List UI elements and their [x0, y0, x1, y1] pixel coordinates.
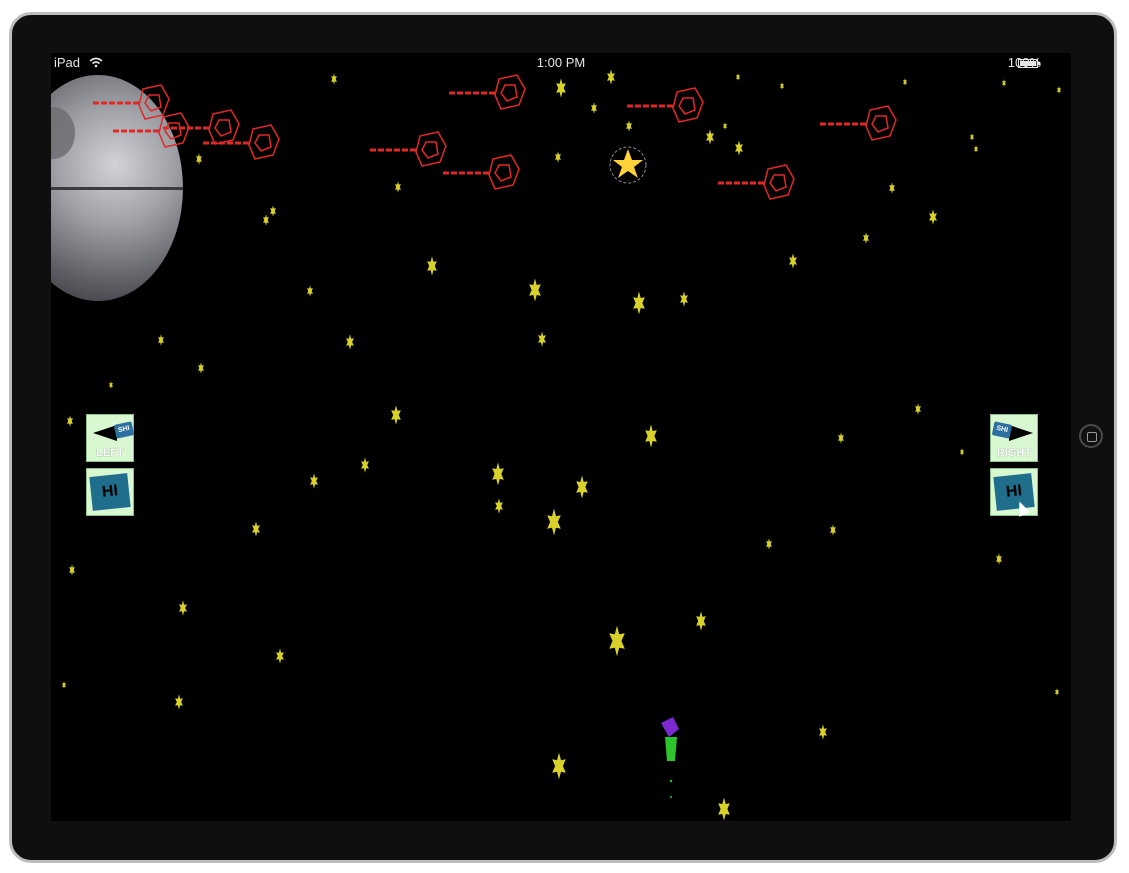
star — [903, 78, 907, 86]
star — [427, 256, 437, 276]
battery-status: 100% — [1008, 55, 1065, 70]
enemy-ships — [93, 74, 897, 200]
star — [1055, 688, 1059, 696]
star — [929, 209, 937, 225]
tie-fighter — [627, 87, 704, 123]
star — [196, 153, 202, 165]
star — [538, 331, 546, 347]
star — [1057, 86, 1061, 94]
tie-fighter — [449, 74, 526, 110]
star — [158, 334, 164, 346]
star — [970, 133, 974, 141]
star — [276, 648, 284, 664]
tie-fighter — [820, 105, 897, 141]
star — [789, 253, 797, 269]
star — [609, 625, 625, 657]
star — [263, 214, 269, 226]
star — [830, 524, 836, 536]
star — [555, 151, 561, 163]
star — [492, 462, 504, 486]
star — [198, 362, 204, 374]
star — [547, 508, 561, 536]
star — [179, 600, 187, 616]
battery-icon — [1018, 59, 1040, 68]
star — [346, 334, 354, 350]
star — [495, 498, 503, 514]
fire-left-label: HI — [89, 473, 131, 511]
star — [645, 424, 657, 448]
star — [974, 145, 978, 153]
star — [838, 432, 844, 444]
star — [552, 752, 566, 780]
star — [69, 564, 75, 576]
star — [996, 553, 1002, 565]
star-field — [62, 69, 1061, 821]
star — [109, 381, 113, 389]
move-left-button[interactable]: SHI LEFT — [86, 414, 135, 462]
star — [361, 457, 369, 473]
star — [591, 102, 597, 114]
home-button-icon[interactable] — [1079, 424, 1103, 448]
star — [766, 538, 772, 550]
star — [175, 694, 183, 710]
star — [735, 140, 743, 156]
star — [252, 521, 260, 537]
star — [391, 405, 401, 425]
game-screen[interactable]: iPad 1:00 PM 100% SHI LEFT HI SHI RIGHT … — [51, 53, 1071, 821]
tie-fighter — [718, 164, 795, 200]
star — [960, 448, 964, 456]
star — [576, 475, 588, 499]
star — [780, 82, 784, 90]
status-bar: iPad 1:00 PM 100% — [51, 53, 1071, 73]
player-ship — [661, 717, 679, 798]
star — [718, 797, 730, 821]
star — [633, 291, 645, 315]
star — [556, 78, 566, 98]
star — [310, 473, 318, 489]
fire-left-button[interactable]: HI — [86, 468, 134, 516]
star — [62, 681, 66, 689]
right-label: RIGHT — [996, 447, 1032, 459]
star — [819, 724, 827, 740]
tie-fighter — [93, 84, 170, 120]
explosion — [609, 146, 647, 184]
star — [395, 181, 401, 193]
status-time: 1:00 PM — [536, 55, 586, 70]
tie-fighter — [443, 154, 520, 190]
game-field — [62, 69, 1061, 821]
star — [307, 285, 313, 297]
star — [863, 232, 869, 244]
left-label: LEFT — [96, 447, 124, 459]
move-right-button[interactable]: SHI RIGHT — [990, 414, 1038, 462]
star — [706, 129, 714, 145]
star — [1002, 79, 1006, 87]
star — [529, 278, 541, 302]
star — [680, 291, 688, 307]
star — [626, 120, 632, 132]
star — [915, 403, 921, 415]
star — [736, 73, 740, 81]
star — [270, 205, 276, 217]
star — [67, 415, 73, 427]
star — [723, 122, 727, 130]
tie-fighter — [370, 131, 447, 167]
star — [889, 182, 895, 194]
fire-right-button[interactable]: HI — [990, 468, 1038, 516]
star — [331, 73, 337, 85]
star — [696, 611, 706, 631]
